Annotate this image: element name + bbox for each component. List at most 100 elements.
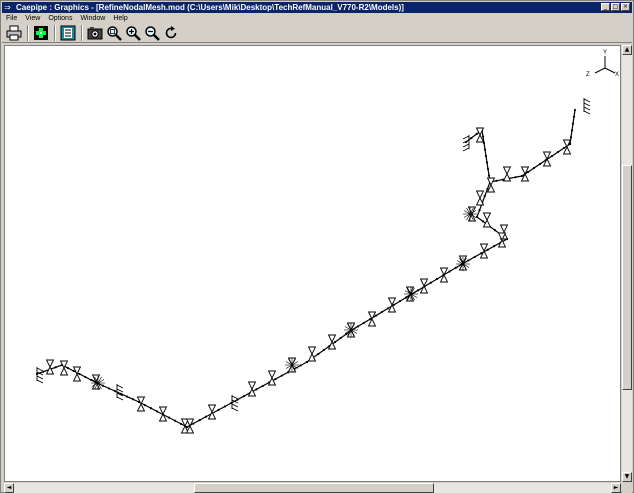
close-button[interactable]: × <box>621 3 630 11</box>
scroll-up-arrow[interactable]: ▲ <box>622 45 632 55</box>
maximize-button[interactable]: □ <box>611 3 620 11</box>
pipe-node <box>532 166 536 170</box>
pipe-node <box>398 300 402 303</box>
pipe-support-symbol <box>267 370 277 386</box>
pipe-node <box>54 366 57 369</box>
scroll-down-arrow[interactable]: ▼ <box>622 472 632 482</box>
pipe-node <box>572 115 576 118</box>
pipe-node <box>493 245 496 248</box>
pipe-node <box>107 387 111 390</box>
pipe-support-symbol <box>439 267 449 283</box>
pipe-node <box>470 136 473 140</box>
zoom-out-button[interactable] <box>143 24 160 41</box>
camera-button[interactable] <box>86 24 103 41</box>
pipe-node <box>380 310 384 314</box>
menu-file[interactable]: File <box>2 15 21 22</box>
pipe-node <box>155 410 159 413</box>
toolbar <box>2 23 632 43</box>
menu-view[interactable]: View <box>21 15 44 22</box>
zoom-window-icon <box>106 25 122 41</box>
pipe-node <box>493 229 497 232</box>
camera-icon <box>87 26 102 39</box>
pipe-node <box>192 422 195 425</box>
pipe-node <box>339 336 342 340</box>
rotate-icon <box>165 25 176 38</box>
pipe-node <box>475 215 479 219</box>
z-axis-label: Z <box>586 72 590 78</box>
z-axis-line <box>594 67 606 74</box>
scrollbar-corner <box>622 483 632 493</box>
pipe-support-symbol <box>185 418 195 434</box>
rotate-button[interactable] <box>162 24 179 41</box>
layout-button[interactable] <box>59 24 76 41</box>
pipe-nodes <box>35 108 577 429</box>
print-button[interactable] <box>5 24 22 41</box>
pipe-node <box>538 162 542 166</box>
pipe-support-symbol <box>502 166 512 182</box>
node-toggle-icon <box>33 25 48 40</box>
anchor-end-symbol <box>583 98 591 115</box>
scroll-left-arrow[interactable]: ◄ <box>4 483 14 493</box>
pipe-node <box>571 122 575 125</box>
vertical-scroll-thumb[interactable] <box>622 165 632 390</box>
pipe-node <box>242 395 245 398</box>
pipe-node <box>66 366 69 370</box>
pipe-node <box>483 194 486 198</box>
pipe-node <box>485 161 489 164</box>
pipe-node <box>514 176 517 179</box>
pipe-node <box>368 318 372 321</box>
pipe-node <box>261 384 264 388</box>
pipe-supports <box>45 127 572 434</box>
pipe-node <box>179 422 183 425</box>
menu-help[interactable]: Help <box>109 15 131 22</box>
node-toggle-button[interactable] <box>32 24 49 41</box>
zoom-in-icon <box>125 25 141 41</box>
pipe-segments <box>36 109 576 428</box>
window-controls: _ □ × <box>601 3 630 11</box>
pipe-node <box>483 148 487 151</box>
pipe-node <box>255 388 258 391</box>
pipe-support-symbol <box>542 151 552 167</box>
pipe-node <box>125 395 129 398</box>
pipe-node <box>473 255 476 258</box>
pipe-model-view[interactable]: Y Z X <box>5 46 620 481</box>
horizontal-scrollbar[interactable]: ◄ ► <box>4 483 621 493</box>
vertical-scrollbar[interactable]: ▲ ▼ <box>622 45 632 482</box>
pipe-anchors <box>36 98 591 412</box>
scroll-right-arrow[interactable]: ► <box>611 483 621 493</box>
pipe-support-symbol <box>247 381 257 397</box>
pipe-node <box>448 270 451 273</box>
anchor-start-symbol <box>36 367 44 384</box>
pipe-node <box>167 416 171 419</box>
menu-bar: File View Options Window Help <box>2 13 632 23</box>
pipe-app-icon[interactable]: ⇒ <box>4 3 14 12</box>
zoom-window-button[interactable] <box>105 24 122 41</box>
title-bar[interactable]: ⇒ Caepipe : Graphics - [RefineNodalMesh.… <box>2 2 632 13</box>
graphics-window: ⇒ Caepipe : Graphics - [RefineNodalMesh.… <box>0 0 634 493</box>
pipe-node <box>217 408 220 411</box>
menu-window[interactable]: Window <box>76 15 109 22</box>
menu-options[interactable]: Options <box>44 15 76 22</box>
pipe-node <box>374 314 378 317</box>
pipe-node <box>481 220 485 223</box>
graphics-canvas[interactable]: Y Z X <box>4 45 621 482</box>
pipe-node <box>90 378 93 382</box>
pipe-node <box>322 348 325 352</box>
pipe-node <box>570 129 574 132</box>
pipe-node <box>417 289 420 292</box>
pipe-node <box>173 419 177 422</box>
pipe-node <box>573 108 577 112</box>
toolbar-separator <box>54 24 56 41</box>
pipe-node <box>429 281 432 284</box>
pipe-node <box>556 150 560 154</box>
pipe-node <box>317 352 320 356</box>
minimize-button[interactable]: _ <box>601 3 610 11</box>
zoom-out-icon <box>144 25 160 41</box>
pipe-node <box>487 174 491 177</box>
pipe-node <box>454 266 457 269</box>
y-axis-label: Y <box>603 50 607 56</box>
zoom-in-button[interactable] <box>124 24 141 41</box>
pipe-support-symbol <box>307 346 317 362</box>
horizontal-scroll-thumb[interactable] <box>194 483 434 493</box>
pipe-support-symbol <box>475 190 485 206</box>
